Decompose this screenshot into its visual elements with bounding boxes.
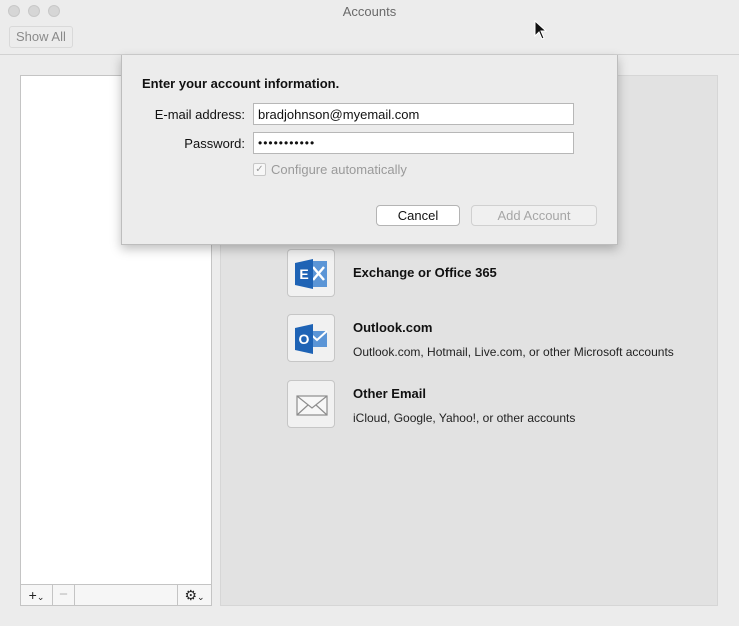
add-account-menu-button[interactable]: +⌄ xyxy=(21,585,53,605)
envelope-icon[interactable] xyxy=(287,380,335,428)
account-type-title: Exchange or Office 365 xyxy=(353,265,497,280)
configure-automatically-label: Configure automatically xyxy=(271,162,407,177)
email-label: E-mail address: xyxy=(154,107,245,122)
chevron-down-icon: ⌄ xyxy=(36,592,45,602)
gear-icon: ⚙ xyxy=(184,587,197,603)
account-type-title: Other Email xyxy=(353,386,426,401)
plus-icon: + xyxy=(28,587,37,603)
sheet-heading: Enter your account information. xyxy=(142,76,340,91)
svg-text:O: O xyxy=(299,331,310,347)
account-actions-menu-button[interactable]: ⚙⌄ xyxy=(178,585,211,605)
configure-automatically-row: ✓ Configure automatically xyxy=(253,162,407,177)
svg-text:E: E xyxy=(299,266,308,282)
outlook-icon[interactable]: O xyxy=(287,314,335,362)
configure-automatically-checkbox[interactable]: ✓ xyxy=(253,163,266,176)
password-field[interactable] xyxy=(253,132,574,154)
remove-account-button[interactable]: − xyxy=(53,585,75,605)
email-field[interactable] xyxy=(253,103,574,125)
cancel-button[interactable]: Cancel xyxy=(376,205,460,226)
account-type-exchange[interactable]: E Exchange or Office 365 xyxy=(287,249,707,297)
account-type-description: iCloud, Google, Yahoo!, or other account… xyxy=(353,411,576,425)
add-account-button[interactable]: Add Account xyxy=(471,205,597,226)
account-list-toolbar: +⌄ − ⚙⌄ xyxy=(20,584,212,606)
exchange-icon[interactable]: E xyxy=(287,249,335,297)
window-titlebar: Accounts Show All xyxy=(0,0,739,55)
show-all-button[interactable]: Show All xyxy=(9,26,73,48)
account-type-description: Outlook.com, Hotmail, Live.com, or other… xyxy=(353,345,674,359)
account-info-sheet: Enter your account information. E-mail a… xyxy=(121,55,618,245)
window-title: Accounts xyxy=(342,4,397,19)
account-type-other-email[interactable]: Other Email iCloud, Google, Yahoo!, or o… xyxy=(287,380,707,428)
account-type-title: Outlook.com xyxy=(353,320,433,335)
chevron-down-icon: ⌄ xyxy=(197,592,205,602)
list-toolbar-spacer xyxy=(75,585,178,605)
password-label: Password: xyxy=(184,136,245,151)
mouse-cursor-icon xyxy=(534,20,548,40)
account-type-outlook[interactable]: O Outlook.com Outlook.com, Hotmail, Live… xyxy=(287,314,707,362)
